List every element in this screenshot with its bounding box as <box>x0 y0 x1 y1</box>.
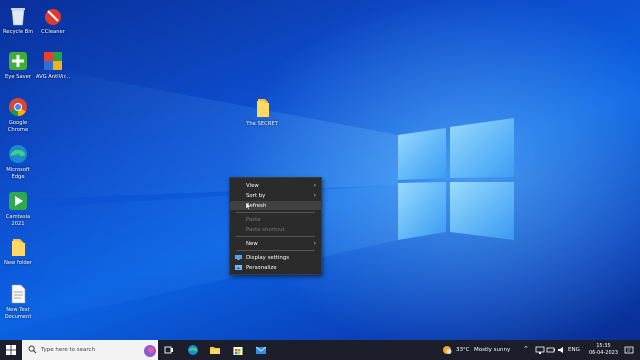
desktop-icon-label: Camtasia 2021 <box>5 214 31 227</box>
search-icon <box>28 345 37 354</box>
folder-icon <box>7 236 29 258</box>
language-indicator[interactable]: ENG <box>568 347 580 353</box>
store-icon[interactable] <box>232 344 244 356</box>
chevron-right-icon: › <box>313 182 316 189</box>
avg-antivirus-icon <box>42 50 64 72</box>
taskbar: Type here to search 33°C Mostly sunny ⌃ … <box>0 340 640 360</box>
menu-item-label: Personalize <box>246 264 277 271</box>
menu-item-view[interactable]: View › <box>230 181 321 190</box>
file-explorer-icon[interactable] <box>209 344 221 356</box>
search-placeholder: Type here to search <box>41 347 96 353</box>
menu-item-refresh[interactable]: Refresh <box>230 201 321 210</box>
personalize-icon <box>235 264 242 270</box>
menu-item-label: Paste <box>246 216 261 223</box>
desktop-icon-eye-saver[interactable]: Eye Saver <box>0 50 36 81</box>
chevron-right-icon: › <box>313 240 316 247</box>
menu-item-label: Display settings <box>246 254 290 261</box>
taskbar-search-box[interactable]: Type here to search <box>22 340 158 360</box>
weather-sun-icon[interactable] <box>441 344 453 356</box>
notification-icon[interactable] <box>623 344 635 356</box>
mouse-pointer-icon <box>246 202 251 210</box>
menu-item-new[interactable]: New › <box>230 239 321 248</box>
desktop-icon-label: CCleaner <box>41 29 65 35</box>
menu-separator <box>236 236 315 237</box>
desktop-icon-ccleaner[interactable]: CCleaner <box>35 5 71 36</box>
menu-item-paste[interactable]: Paste <box>230 215 321 224</box>
menu-item-label: Sort by <box>246 192 266 199</box>
menu-separator <box>236 212 315 213</box>
menu-item-label: New <box>246 240 258 247</box>
desktop-context-menu: View › Sort by › Refresh Paste Paste sho… <box>229 177 322 275</box>
menu-item-sort-by[interactable]: Sort by › <box>230 191 321 200</box>
desktop-icon-label: The SECRET <box>246 121 278 127</box>
desktop-icon-recycle-bin[interactable]: Recycle Bin <box>0 5 36 36</box>
camtasia-icon <box>7 190 29 212</box>
taskbar-clock[interactable]: 15:35 06-04-2023 <box>589 343 618 356</box>
desktop-icon-label: Microsoft Edge <box>6 167 30 180</box>
menu-item-label: View <box>246 182 259 189</box>
folder-icon <box>251 97 273 119</box>
desktop-icon-camtasia[interactable]: Camtasia 2021 <box>0 190 36 227</box>
desktop-icon-chrome[interactable]: Google Chrome <box>0 96 36 133</box>
desktop-icon-new-text-document[interactable]: New Text Document <box>0 283 36 320</box>
recycle-bin-icon <box>7 5 29 27</box>
desktop-icon-label: AVG AntiVir... <box>35 74 71 80</box>
chevron-right-icon: › <box>313 192 316 199</box>
speaker-icon[interactable] <box>556 344 568 356</box>
clock-date: 06-04-2023 <box>588 349 618 356</box>
chrome-icon <box>7 96 29 118</box>
ccleaner-icon <box>42 5 64 27</box>
desktop-icon-avg[interactable]: AVG AntiVir... <box>35 50 71 81</box>
menu-item-label: Paste shortcut <box>246 226 285 233</box>
text-document-icon <box>7 283 29 305</box>
search-highlight-icon <box>144 345 156 357</box>
eye-saver-icon <box>7 50 29 72</box>
start-windows-icon[interactable] <box>5 344 17 356</box>
desktop-icon-edge[interactable]: Microsoft Edge <box>0 143 36 180</box>
mail-icon[interactable] <box>255 344 267 356</box>
menu-item-paste-shortcut[interactable]: Paste shortcut <box>230 225 321 234</box>
desktop-icon-label: New folder <box>3 260 33 266</box>
desktop-icon-label: Eye Saver <box>4 74 32 80</box>
menu-item-personalize[interactable]: Personalize <box>230 263 321 272</box>
edge-icon <box>7 143 29 165</box>
desktop-icon-label: Recycle Bin <box>3 29 33 35</box>
desktop-icon-label: Google Chrome <box>7 120 29 133</box>
edge-icon[interactable] <box>187 344 199 356</box>
weather-condition[interactable]: Mostly sunny <box>474 347 510 353</box>
task-view-icon[interactable] <box>163 344 175 356</box>
chevron-up-icon[interactable]: ⌃ <box>523 345 529 353</box>
weather-temperature[interactable]: 33°C <box>456 347 470 353</box>
menu-item-display-settings[interactable]: Display settings <box>230 253 321 262</box>
menu-separator <box>236 250 315 251</box>
desktop-icon-new-folder[interactable]: New folder <box>0 236 36 267</box>
wallpaper-windows-logo <box>0 60 514 330</box>
display-settings-icon <box>235 254 242 260</box>
desktop-icon-the-secret[interactable]: The SECRET <box>244 97 280 128</box>
desktop-icon-label: New Text Document <box>4 307 32 320</box>
